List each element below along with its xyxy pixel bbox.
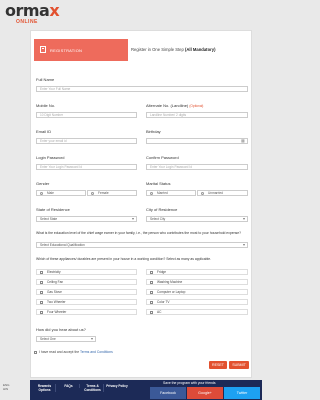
calendar-icon[interactable]: ▦ [241, 139, 245, 143]
appliance-washing-machine-checkbox[interactable]: Washing Machine [146, 279, 248, 285]
terms-link[interactable]: Terms and Conditions [80, 350, 113, 354]
gender-female-radio[interactable]: Female [87, 190, 137, 196]
state-label: State of Residence [36, 207, 70, 212]
registration-card: REGISTRATION Register in One Simple Step… [30, 30, 252, 378]
marital-label: Marital Status [146, 181, 171, 186]
appliance-ac-checkbox[interactable]: AC [146, 309, 248, 315]
login-password-label: Login Password [36, 155, 65, 160]
full-name-label: Full Name [36, 77, 55, 82]
share-prompt: Save the program with your friends [163, 381, 216, 385]
banner-subtitle: Register in One Simple Step (All Mandato… [131, 47, 216, 52]
ormax-logo[interactable]: ormax [5, 3, 60, 19]
footer-bar: Rewards Options FAQs Terms & Conditions … [30, 380, 262, 400]
reset-button[interactable]: RESET [209, 361, 227, 369]
appliance-electricity-checkbox[interactable]: Electricity [36, 269, 137, 275]
appliance-color-tv-checkbox[interactable]: Color TV [146, 299, 248, 305]
education-label: What is the education level of the chief… [36, 231, 241, 235]
terms-row[interactable]: I have read and accept the Terms and Con… [34, 350, 113, 354]
alternate-input[interactable]: Landline Number/ 2 digits [146, 112, 248, 118]
education-select[interactable]: Select Educational Qualification [36, 242, 248, 248]
submit-button[interactable]: SUBMIT [229, 361, 249, 369]
twitter-share-button[interactable]: Twitter [224, 387, 260, 399]
mobile-input[interactable]: 10 Digit Number [36, 112, 137, 118]
birthday-input[interactable]: ▦ [146, 138, 248, 144]
birthday-label: Birthday [146, 129, 161, 134]
language-switcher[interactable]: ENG HIN [3, 383, 10, 391]
confirm-password-label: Confirm Password [146, 155, 179, 160]
email-label: Email ID [36, 129, 52, 134]
heard-label: How did you hear about us? [36, 327, 86, 332]
gender-male-radio[interactable]: Male [36, 190, 86, 196]
terms-checkbox[interactable] [34, 350, 37, 354]
appliance-gas-stove-checkbox[interactable]: Gas Stove [36, 289, 137, 295]
heard-select[interactable]: Select One [36, 336, 96, 342]
form-icon [40, 46, 46, 53]
state-select[interactable]: Select State [36, 216, 137, 222]
email-input[interactable]: Enter your email id [36, 138, 137, 144]
city-label: City of Residence [146, 207, 178, 212]
facebook-share-button[interactable]: Facebook [150, 387, 186, 399]
footer-terms-link[interactable]: Terms & Conditions [82, 384, 104, 392]
confirm-password-input[interactable]: Enter Your Login Password Id [146, 164, 248, 170]
full-name-input[interactable]: Enter Your Full Name [36, 86, 248, 92]
alternate-label: Alternate No. (Landline) (Optional) [146, 103, 204, 108]
appliance-ceiling-fan-checkbox[interactable]: Ceiling Fan [36, 279, 137, 285]
google-share-button[interactable]: Google+ [187, 387, 223, 399]
logo-tagline: ONLINE [16, 19, 38, 25]
appliance-computer-checkbox[interactable]: Computer or Laptop [146, 289, 248, 295]
footer-privacy-link[interactable]: Privacy Policy [106, 384, 128, 388]
gender-label: Gender [36, 181, 50, 186]
appliance-two-wheeler-checkbox[interactable]: Two Wheeler [36, 299, 137, 305]
footer-rewards-link[interactable]: Rewards Options [34, 384, 56, 392]
appliance-fridge-checkbox[interactable]: Fridge [146, 269, 248, 275]
appliances-label: Which of these appliances/ durables are … [36, 257, 212, 261]
registration-tab: REGISTRATION [34, 39, 128, 61]
login-password-input[interactable]: Enter Your Login Password Id [36, 164, 137, 170]
mobile-label: Mobile No. [36, 103, 56, 108]
marital-unmarried-radio[interactable]: Unmarried [197, 190, 248, 196]
city-select[interactable]: Select City [146, 216, 248, 222]
footer-faqs-link[interactable]: FAQs [58, 384, 80, 388]
header-bar: ormax ONLINE [0, 0, 262, 28]
marital-married-radio[interactable]: Married [146, 190, 196, 196]
appliance-four-wheeler-checkbox[interactable]: Four Wheeler [36, 309, 137, 315]
